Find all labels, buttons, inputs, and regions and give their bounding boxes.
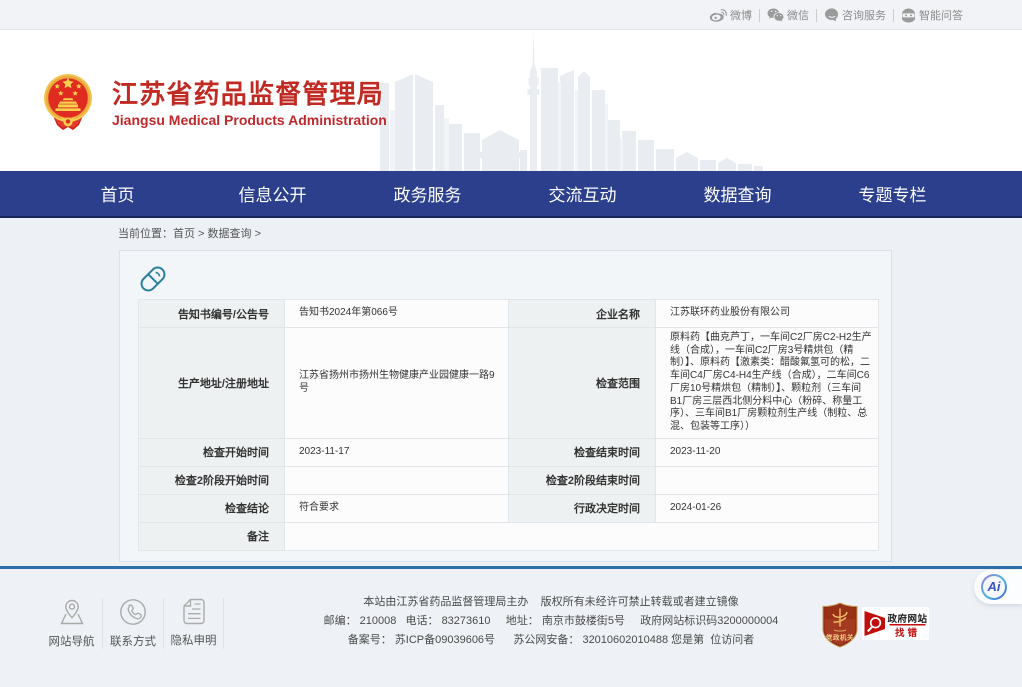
svg-text:党政机关: 党政机关 — [826, 633, 854, 642]
svg-text:政府网站: 政府网站 — [887, 613, 927, 625]
svg-text:找错: 找错 — [895, 627, 920, 639]
